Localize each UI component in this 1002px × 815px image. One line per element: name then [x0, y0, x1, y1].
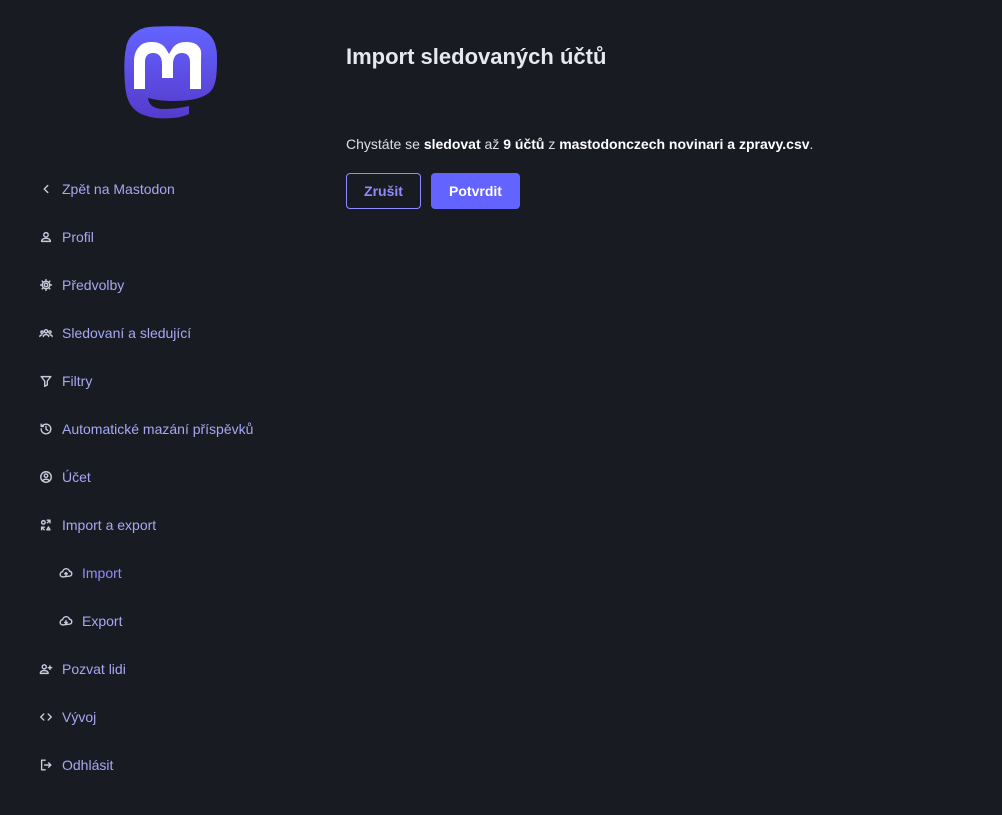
- sidebar-item-label: Odhlásit: [62, 757, 114, 773]
- sidebar-item-filters[interactable]: Filtry: [0, 357, 300, 405]
- message-text: z: [544, 136, 560, 152]
- message-count: 9 účtů: [503, 136, 545, 152]
- settings-page: Zpět na Mastodon Profil Předvolby Sledov…: [0, 0, 1002, 815]
- sidebar-item-profile[interactable]: Profil: [0, 213, 300, 261]
- settings-nav: Zpět na Mastodon Profil Předvolby Sledov…: [0, 165, 300, 789]
- chevron-left-icon: [38, 181, 54, 197]
- sidebar-item-export[interactable]: Export: [0, 597, 300, 645]
- sync-icon: [38, 517, 54, 533]
- sidebar-item-label: Import a export: [62, 517, 157, 533]
- history-icon: [38, 421, 54, 437]
- cloud-upload-icon: [58, 565, 74, 581]
- sidebar-item-label: Import: [82, 565, 122, 581]
- person-icon: [38, 229, 54, 245]
- message-action: sledovat: [423, 136, 481, 152]
- sidebar-item-label: Zpět na Mastodon: [62, 181, 175, 197]
- sidebar-item-label: Filtry: [62, 373, 93, 389]
- sidebar-item-label: Účet: [62, 469, 91, 485]
- confirm-button[interactable]: Potvrdit: [431, 173, 520, 209]
- cancel-button[interactable]: Zrušit: [346, 173, 421, 209]
- sidebar-item-label: Vývoj: [62, 709, 97, 725]
- group-icon: [38, 325, 54, 341]
- logout-icon: [38, 757, 54, 773]
- sidebar-item-auto-delete[interactable]: Automatické mazání příspěvků: [0, 405, 300, 453]
- main-content: Import sledovaných účtů Chystáte se sled…: [346, 0, 986, 815]
- sidebar-item-preferences[interactable]: Předvolby: [0, 261, 300, 309]
- message-filename: mastodonczech novinari a zpravy.csv: [559, 136, 810, 152]
- sidebar-item-label: Export: [82, 613, 123, 629]
- sidebar: Zpět na Mastodon Profil Předvolby Sledov…: [0, 0, 300, 815]
- cloud-download-icon: [58, 613, 74, 629]
- page-title: Import sledovaných účtů: [346, 44, 607, 69]
- sidebar-item-label: Sledovaní a sledující: [62, 325, 192, 341]
- sidebar-item-logout[interactable]: Odhlásit: [0, 741, 300, 789]
- message-text: až: [480, 136, 504, 152]
- account-circle-icon: [38, 469, 54, 485]
- sidebar-item-import[interactable]: Import: [0, 549, 300, 597]
- sidebar-item-back[interactable]: Zpět na Mastodon: [0, 165, 300, 213]
- confirmation-message: Chystáte se sledovat až 9 účtů z mastodo…: [346, 136, 813, 152]
- sidebar-item-label: Pozvat lidi: [62, 661, 126, 677]
- sidebar-item-account[interactable]: Účet: [0, 453, 300, 501]
- code-icon: [38, 709, 54, 725]
- form-actions: Zrušit Potvrdit: [346, 173, 520, 209]
- sidebar-item-label: Automatické mazání příspěvků: [62, 421, 254, 437]
- person-add-icon: [38, 661, 54, 677]
- sidebar-item-label: Předvolby: [62, 277, 125, 293]
- mastodon-logo[interactable]: [123, 26, 219, 127]
- gear-icon: [38, 277, 54, 293]
- message-text: Chystáte se: [346, 136, 424, 152]
- message-text: .: [809, 136, 814, 152]
- filter-icon: [38, 373, 54, 389]
- sidebar-item-invites[interactable]: Pozvat lidi: [0, 645, 300, 693]
- sidebar-item-development[interactable]: Vývoj: [0, 693, 300, 741]
- sidebar-item-relationships[interactable]: Sledovaní a sledující: [0, 309, 300, 357]
- sidebar-item-label: Profil: [62, 229, 94, 245]
- sidebar-item-import-export[interactable]: Import a export: [0, 501, 300, 549]
